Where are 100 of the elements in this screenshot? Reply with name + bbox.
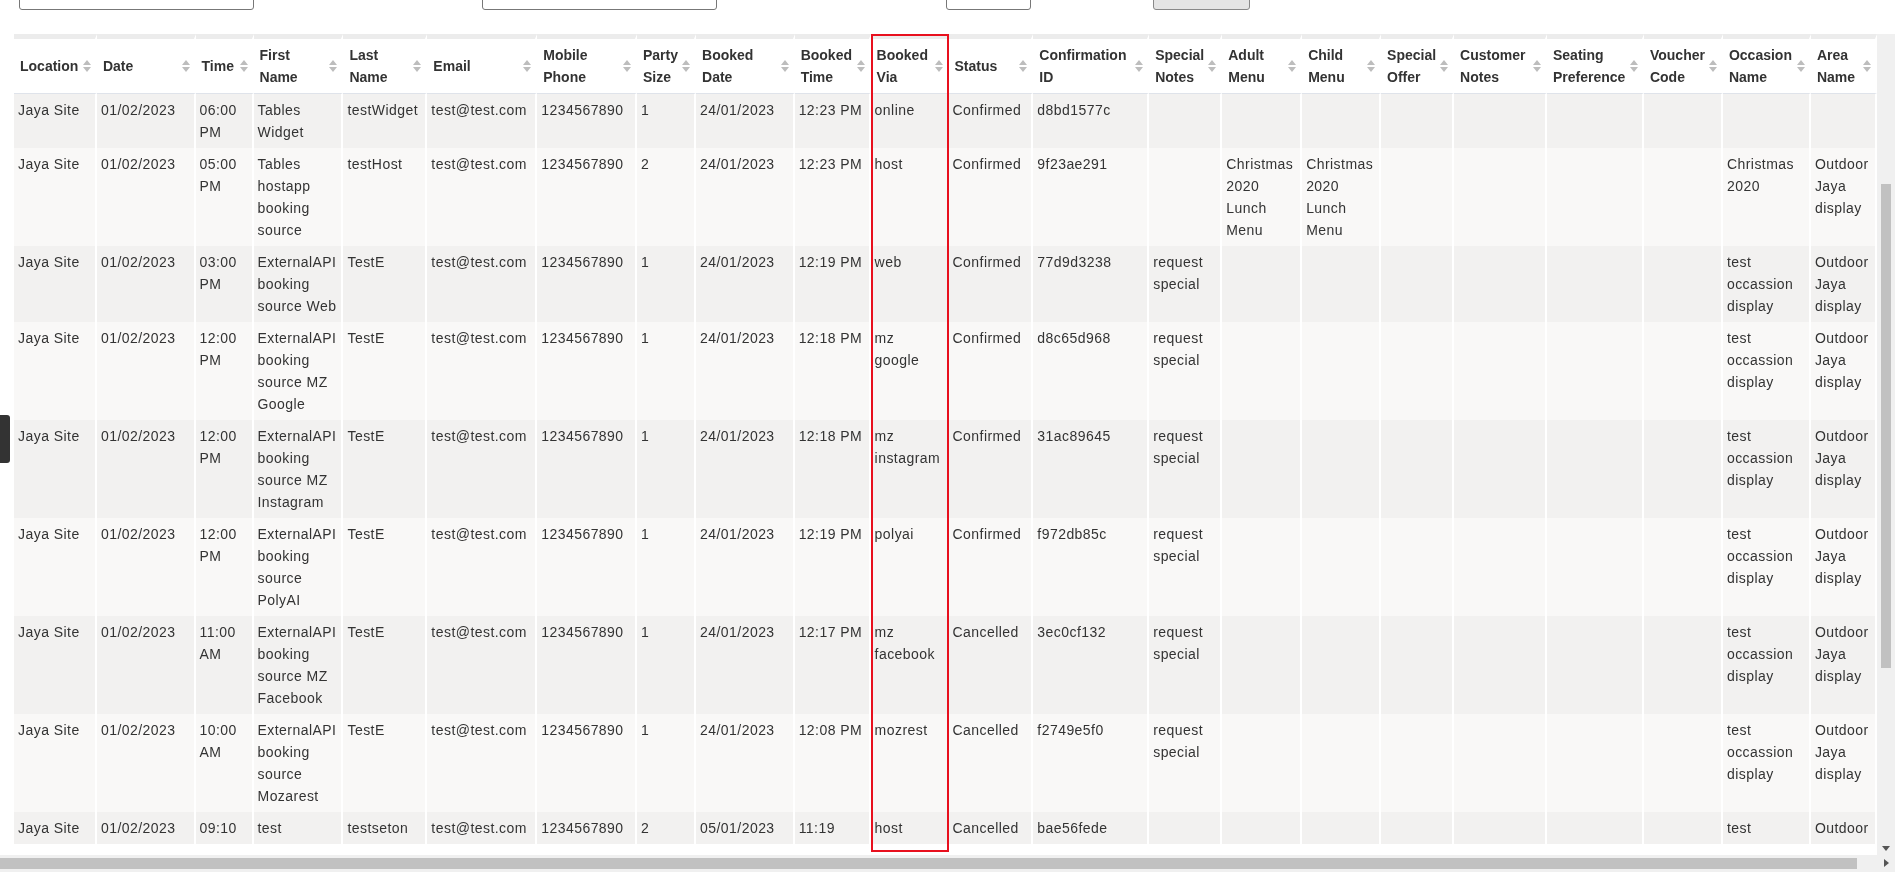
table-cell: 77d9d3238 <box>1037 254 1112 270</box>
side-tab[interactable] <box>0 415 10 463</box>
table-cell: mz instagram <box>874 428 941 466</box>
sort-icon[interactable] <box>413 60 422 72</box>
table-cell: 1 <box>641 428 650 444</box>
scroll-thumb[interactable] <box>1881 184 1891 668</box>
table-cell: Outdoor Jaya display <box>1814 254 1869 314</box>
table-cell: request special <box>1153 526 1204 564</box>
table-cell: TestE <box>347 624 385 640</box>
table-cell: test occassion display <box>1726 330 1794 390</box>
right-arrow-icon[interactable] <box>1884 859 1889 867</box>
sort-icon[interactable] <box>1288 60 1297 72</box>
sort-icon[interactable] <box>682 60 691 72</box>
table-cell: TestE <box>347 254 385 270</box>
table-cell: testHost <box>347 156 403 172</box>
sort-icon[interactable] <box>934 60 943 72</box>
table-cell: 24/01/2023 <box>700 102 775 118</box>
table-cell: 24/01/2023 <box>700 254 775 270</box>
table-cell: ExternalAPI booking source PolyAI <box>257 526 337 608</box>
table-cell: 01/02/2023 <box>100 624 176 640</box>
table-cell: Christmas 2020 <box>1726 156 1794 194</box>
table-cell: Jaya Site <box>18 102 80 118</box>
table-cell: test@test.com <box>431 156 527 172</box>
table-cell: 01/02/2023 <box>100 156 176 172</box>
down-arrow-icon[interactable] <box>1882 846 1890 851</box>
table-cell: Outdoor Jaya display <box>1814 722 1869 782</box>
table-cell: 24/01/2023 <box>700 526 775 542</box>
column-header[interactable]: Status <box>954 55 998 77</box>
table-cell: 12:18 PM <box>798 428 863 444</box>
sort-icon[interactable] <box>1440 60 1449 72</box>
table-cell: 01/02/2023 <box>100 254 176 270</box>
sort-icon[interactable] <box>523 60 532 72</box>
table-cell: request special <box>1153 624 1204 662</box>
table-cell: test@test.com <box>431 526 527 542</box>
table-cell: f972db85c <box>1037 526 1107 542</box>
table-cell: 12:00 PM <box>199 526 237 564</box>
table-cell: 1234567890 <box>541 428 624 444</box>
table-cell: Confirmed <box>952 428 1022 444</box>
sort-icon[interactable] <box>1796 60 1805 72</box>
table-cell: 10:00 AM <box>199 722 237 760</box>
table-cell: Jaya Site <box>18 428 80 444</box>
table-cell: 1234567890 <box>541 526 624 542</box>
table-cell: ExternalAPI booking source MZ Instagram <box>257 428 337 510</box>
column-header[interactable]: Email <box>433 55 471 77</box>
table-cell: ExternalAPI booking source MZ Google <box>257 330 337 412</box>
sort-icon[interactable] <box>181 60 190 72</box>
sort-icon[interactable] <box>1863 60 1871 72</box>
table-cell: 1 <box>641 624 650 640</box>
sort-icon[interactable] <box>329 60 338 72</box>
sort-icon[interactable] <box>1367 60 1376 72</box>
sort-icon[interactable] <box>856 60 865 72</box>
table-cell: 12:23 PM <box>798 102 863 118</box>
table-cell: 05:00 PM <box>199 156 237 194</box>
table-cell: 06:00 PM <box>199 102 237 140</box>
table-cell: 1 <box>641 254 650 270</box>
table-cell: ExternalAPI booking source MZ Facebook <box>257 624 337 706</box>
table-cell: 12:00 PM <box>199 428 237 466</box>
table-cell: 01/02/2023 <box>100 820 176 836</box>
table-cell: 01/02/2023 <box>100 526 176 542</box>
horizontal-scrollbar[interactable] <box>0 855 1895 872</box>
sort-icon[interactable] <box>239 60 248 72</box>
table-cell: Cancelled <box>952 820 1019 836</box>
scroll-thumb[interactable] <box>0 858 1857 869</box>
table-cell: Confirmed <box>952 254 1022 270</box>
sort-icon[interactable] <box>1135 60 1144 72</box>
table-cell: 9f23ae291 <box>1037 156 1108 172</box>
table-cell: test@test.com <box>431 820 527 836</box>
vertical-scrollbar[interactable] <box>1877 34 1895 855</box>
sort-icon[interactable] <box>1533 60 1541 72</box>
table-cell: 12:08 PM <box>798 722 863 738</box>
table-cell: Cancelled <box>952 722 1019 738</box>
table-cell: f2749e5f0 <box>1037 722 1104 738</box>
sort-icon[interactable] <box>1629 60 1638 72</box>
table-cell: test <box>257 820 282 836</box>
table-cell: test@test.com <box>431 722 527 738</box>
sort-icon[interactable] <box>82 60 91 72</box>
table-cell: request special <box>1153 330 1204 368</box>
table-cell: Christmas 2020 Lunch Menu <box>1226 156 1294 238</box>
table-cell: mz facebook <box>874 624 935 662</box>
table-cell: testseton <box>347 820 409 836</box>
table-cell: TestE <box>347 722 385 738</box>
sort-icon[interactable] <box>1208 60 1217 72</box>
table-cell: 3ec0cf132 <box>1037 624 1106 640</box>
sort-icon[interactable] <box>780 60 789 72</box>
table-cell: 12:17 PM <box>798 624 863 640</box>
table-cell: test@test.com <box>431 330 527 346</box>
sort-icon[interactable] <box>1708 60 1717 72</box>
table-cell: 09:10 <box>199 820 237 836</box>
table-cell: Confirmed <box>952 526 1022 542</box>
table-cell: test occassion display <box>1726 428 1794 488</box>
table-cell: Jaya Site <box>18 156 80 172</box>
sort-icon[interactable] <box>623 60 631 72</box>
column-header[interactable]: Date <box>102 55 134 77</box>
table-cell: 24/01/2023 <box>700 156 775 172</box>
table-cell: 2 <box>641 820 650 836</box>
table-cell: 11:00 AM <box>199 624 236 662</box>
table-cell: TestE <box>347 330 385 346</box>
table-cell: test@test.com <box>431 102 527 118</box>
table-cell: test occassion display <box>1726 254 1794 314</box>
sort-icon[interactable] <box>1019 60 1028 72</box>
